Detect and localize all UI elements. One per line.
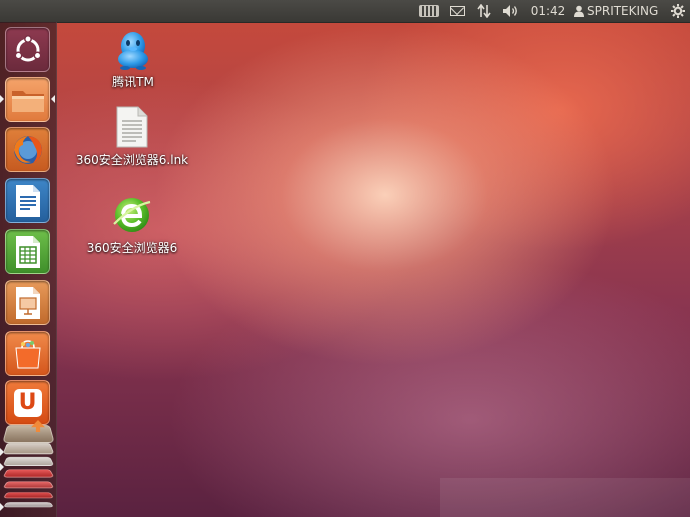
desktop-icon-360-browser-lnk[interactable]: 360安全浏览器6.lnk bbox=[72, 106, 192, 168]
qq-penguin-icon bbox=[118, 32, 148, 70]
desktop-icon-360-browser[interactable]: 360安全浏览器6 bbox=[82, 194, 182, 256]
user-menu[interactable]: SPRITEKING bbox=[574, 0, 664, 22]
desktop-icon-label: 腾讯TM bbox=[112, 75, 154, 89]
firefox-icon bbox=[13, 135, 42, 164]
launcher-libreoffice-calc[interactable] bbox=[5, 229, 50, 274]
shopping-bag-icon bbox=[14, 339, 41, 368]
user-name: SPRITEKING bbox=[587, 4, 659, 18]
launcher-dash-home[interactable] bbox=[5, 27, 50, 72]
impress-icon bbox=[15, 286, 40, 319]
launcher-libreoffice-impress[interactable] bbox=[5, 280, 50, 325]
launcher: U bbox=[0, 22, 57, 517]
watermark-area bbox=[440, 478, 690, 517]
360-browser-icon bbox=[113, 198, 151, 232]
desktop-icon-qq[interactable]: 腾讯TM bbox=[100, 28, 166, 90]
launcher-firefox[interactable] bbox=[5, 127, 50, 172]
stacked-launcher-icons bbox=[2, 420, 55, 517]
folder-icon bbox=[11, 90, 44, 112]
gear-icon[interactable] bbox=[668, 0, 688, 22]
user-icon bbox=[574, 5, 584, 17]
calc-icon bbox=[15, 235, 40, 268]
envelope-icon[interactable] bbox=[446, 0, 468, 22]
launcher-files[interactable] bbox=[5, 77, 50, 122]
speaker-icon[interactable] bbox=[500, 0, 522, 22]
ubuntu-logo-icon bbox=[14, 34, 41, 61]
launcher-software-center[interactable] bbox=[5, 331, 50, 376]
clock[interactable]: 01:42 bbox=[530, 0, 566, 22]
writer-icon bbox=[15, 184, 40, 217]
top-panel: 01:42 SPRITEKING bbox=[0, 0, 690, 23]
launcher-libreoffice-writer[interactable] bbox=[5, 178, 50, 223]
keyboard-icon[interactable] bbox=[418, 0, 440, 22]
document-file-icon bbox=[116, 106, 148, 148]
desktop-icon-label: 360安全浏览器6 bbox=[86, 241, 178, 255]
desktop-icon-label: 360安全浏览器6.lnk bbox=[75, 153, 189, 167]
launcher-stacked-items[interactable] bbox=[2, 420, 55, 517]
network-arrows-icon[interactable] bbox=[474, 0, 494, 22]
launcher-ubuntu-one[interactable]: U bbox=[5, 380, 50, 425]
ubuntu-one-icon: U bbox=[13, 388, 42, 417]
